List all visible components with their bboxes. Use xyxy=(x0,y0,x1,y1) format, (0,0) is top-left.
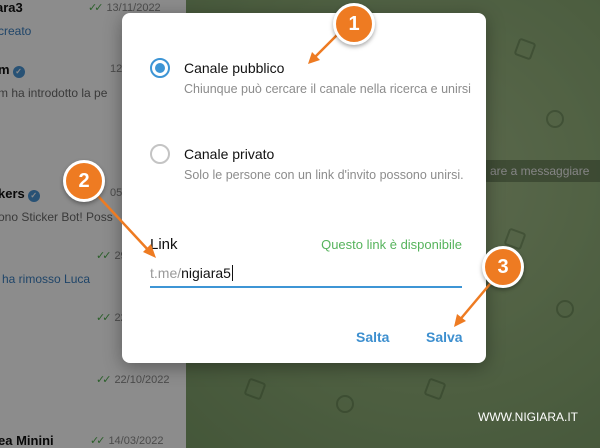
step-marker-3: 3 xyxy=(482,246,524,288)
step-marker-2: 2 xyxy=(63,160,105,202)
step-marker-1: 1 xyxy=(333,3,375,45)
annotation-arrows xyxy=(96,32,492,327)
arrow-2 xyxy=(96,194,152,254)
arrow-3 xyxy=(456,282,492,324)
